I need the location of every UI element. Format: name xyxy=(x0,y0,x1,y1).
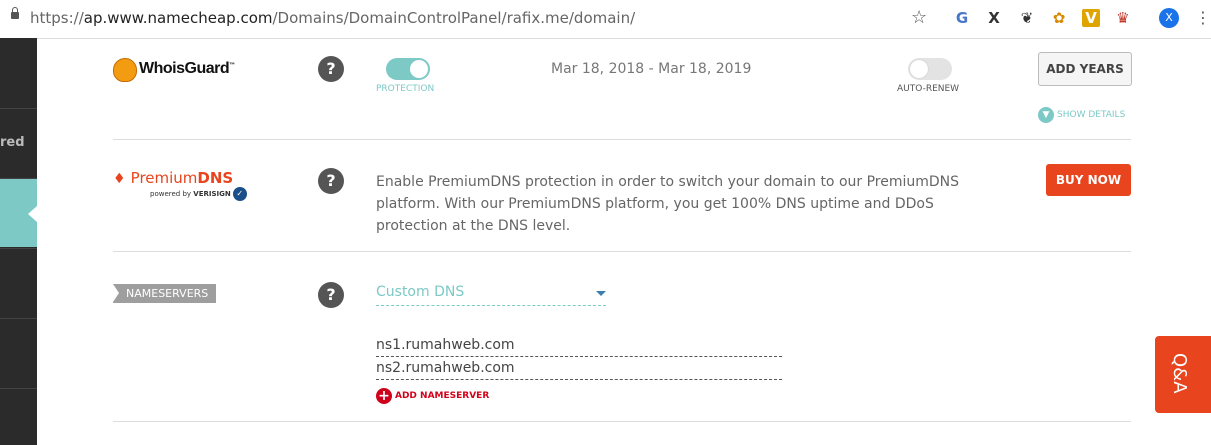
qa-label: Q&A xyxy=(1169,353,1190,394)
sidebar-divider xyxy=(0,108,37,109)
premiumdns-description: Enable PremiumDNS protection in order to… xyxy=(376,174,960,234)
whoisguard-shield-icon xyxy=(113,58,137,82)
row-divider xyxy=(113,139,1131,140)
whoisguard-tm: ™ xyxy=(229,62,235,69)
qa-tab[interactable]: Q&A xyxy=(1155,336,1211,413)
lock-icon[interactable] xyxy=(11,7,19,19)
powered-by-text: powered by xyxy=(150,190,194,198)
x-extension-icon[interactable]: X xyxy=(985,9,1003,27)
caret-down-icon xyxy=(596,291,606,296)
nameservers-help-icon[interactable]: ? xyxy=(318,282,344,308)
nameservers-tag: NAMESERVERS xyxy=(113,284,217,303)
url-host: ap.www.namecheap.com xyxy=(83,9,273,27)
whoisguard-dates: Mar 18, 2018 - Mar 18, 2019 xyxy=(551,61,752,77)
toggle-knob xyxy=(410,60,428,78)
auto-renew-toggle[interactable] xyxy=(908,58,952,80)
active-pointer-icon xyxy=(28,206,37,222)
verisign-text: VERISIGN xyxy=(193,190,231,198)
premiumdns-help-icon[interactable]: ? xyxy=(318,168,344,194)
url-path: /Domains/DomainControlPanel/rafix.me/dom… xyxy=(272,9,636,27)
left-sidebar: red xyxy=(0,38,37,445)
auto-renew-label: AUTO-RENEW xyxy=(897,84,960,94)
plus-circle-icon: + xyxy=(376,387,392,404)
premiumdns-logo-part1: Premium xyxy=(130,169,198,187)
protection-toggle[interactable] xyxy=(386,58,430,80)
verisign-check-icon: ✓ xyxy=(232,187,247,201)
buy-now-button[interactable]: BUY NOW xyxy=(1046,164,1131,196)
toggle-knob xyxy=(910,60,928,78)
nameserver-1-input[interactable]: ns1.rumahweb.com xyxy=(376,337,782,357)
v-extension-icon[interactable]: V xyxy=(1082,9,1100,27)
add-years-button[interactable]: ADD YEARS xyxy=(1038,52,1132,86)
browser-menu-icon[interactable]: ⋮ xyxy=(1195,8,1211,27)
add-nameserver-label: ADD NAMESERVER xyxy=(395,390,490,401)
whoisguard-help-icon[interactable]: ? xyxy=(318,56,344,82)
premiumdns-logo: ♦ PremiumDNS xyxy=(113,168,233,187)
premiumdns-gem-icon: ♦ xyxy=(113,171,126,187)
nameserver-2-input[interactable]: ns2.rumahweb.com xyxy=(376,360,782,380)
dns-type-value: Custom DNS xyxy=(376,284,465,300)
add-nameserver-link[interactable]: + ADD NAMESERVER xyxy=(376,385,489,404)
premiumdns-logo-part2: DNS xyxy=(197,169,234,187)
url-field[interactable]: https://ap.www.namecheap.com/Domains/Dom… xyxy=(30,9,635,27)
translate-extension-icon[interactable]: G xyxy=(953,9,971,27)
browser-address-bar: https://ap.www.namecheap.com/Domains/Dom… xyxy=(0,0,1211,39)
sidebar-divider xyxy=(0,388,37,389)
show-details-label: SHOW DETAILS xyxy=(1057,109,1126,120)
url-prefix: https:// xyxy=(30,9,84,27)
row-divider xyxy=(113,421,1131,422)
chevron-down-icon: ▼ xyxy=(1038,106,1054,123)
sidebar-divider xyxy=(0,248,37,249)
dns-type-select[interactable]: Custom DNS xyxy=(376,284,606,306)
sidebar-item-label[interactable]: red xyxy=(0,135,25,150)
premiumdns-powered-by: powered by VERISIGN ✓ xyxy=(150,187,247,201)
crown-extension-icon[interactable]: ♛ xyxy=(1114,9,1132,27)
gnome-extension-icon[interactable]: ❦ xyxy=(1018,9,1036,27)
profile-avatar[interactable]: X xyxy=(1159,8,1179,28)
bookmark-star-icon[interactable]: ☆ xyxy=(911,7,927,28)
flower-extension-icon[interactable]: ✿ xyxy=(1050,9,1068,27)
sidebar-divider xyxy=(0,318,37,319)
protection-label: PROTECTION xyxy=(376,84,435,94)
row-divider xyxy=(113,251,1131,252)
whoisguard-logo-text: WhoisGuard xyxy=(139,60,230,77)
show-details-link[interactable]: ▼ SHOW DETAILS xyxy=(1038,104,1125,123)
